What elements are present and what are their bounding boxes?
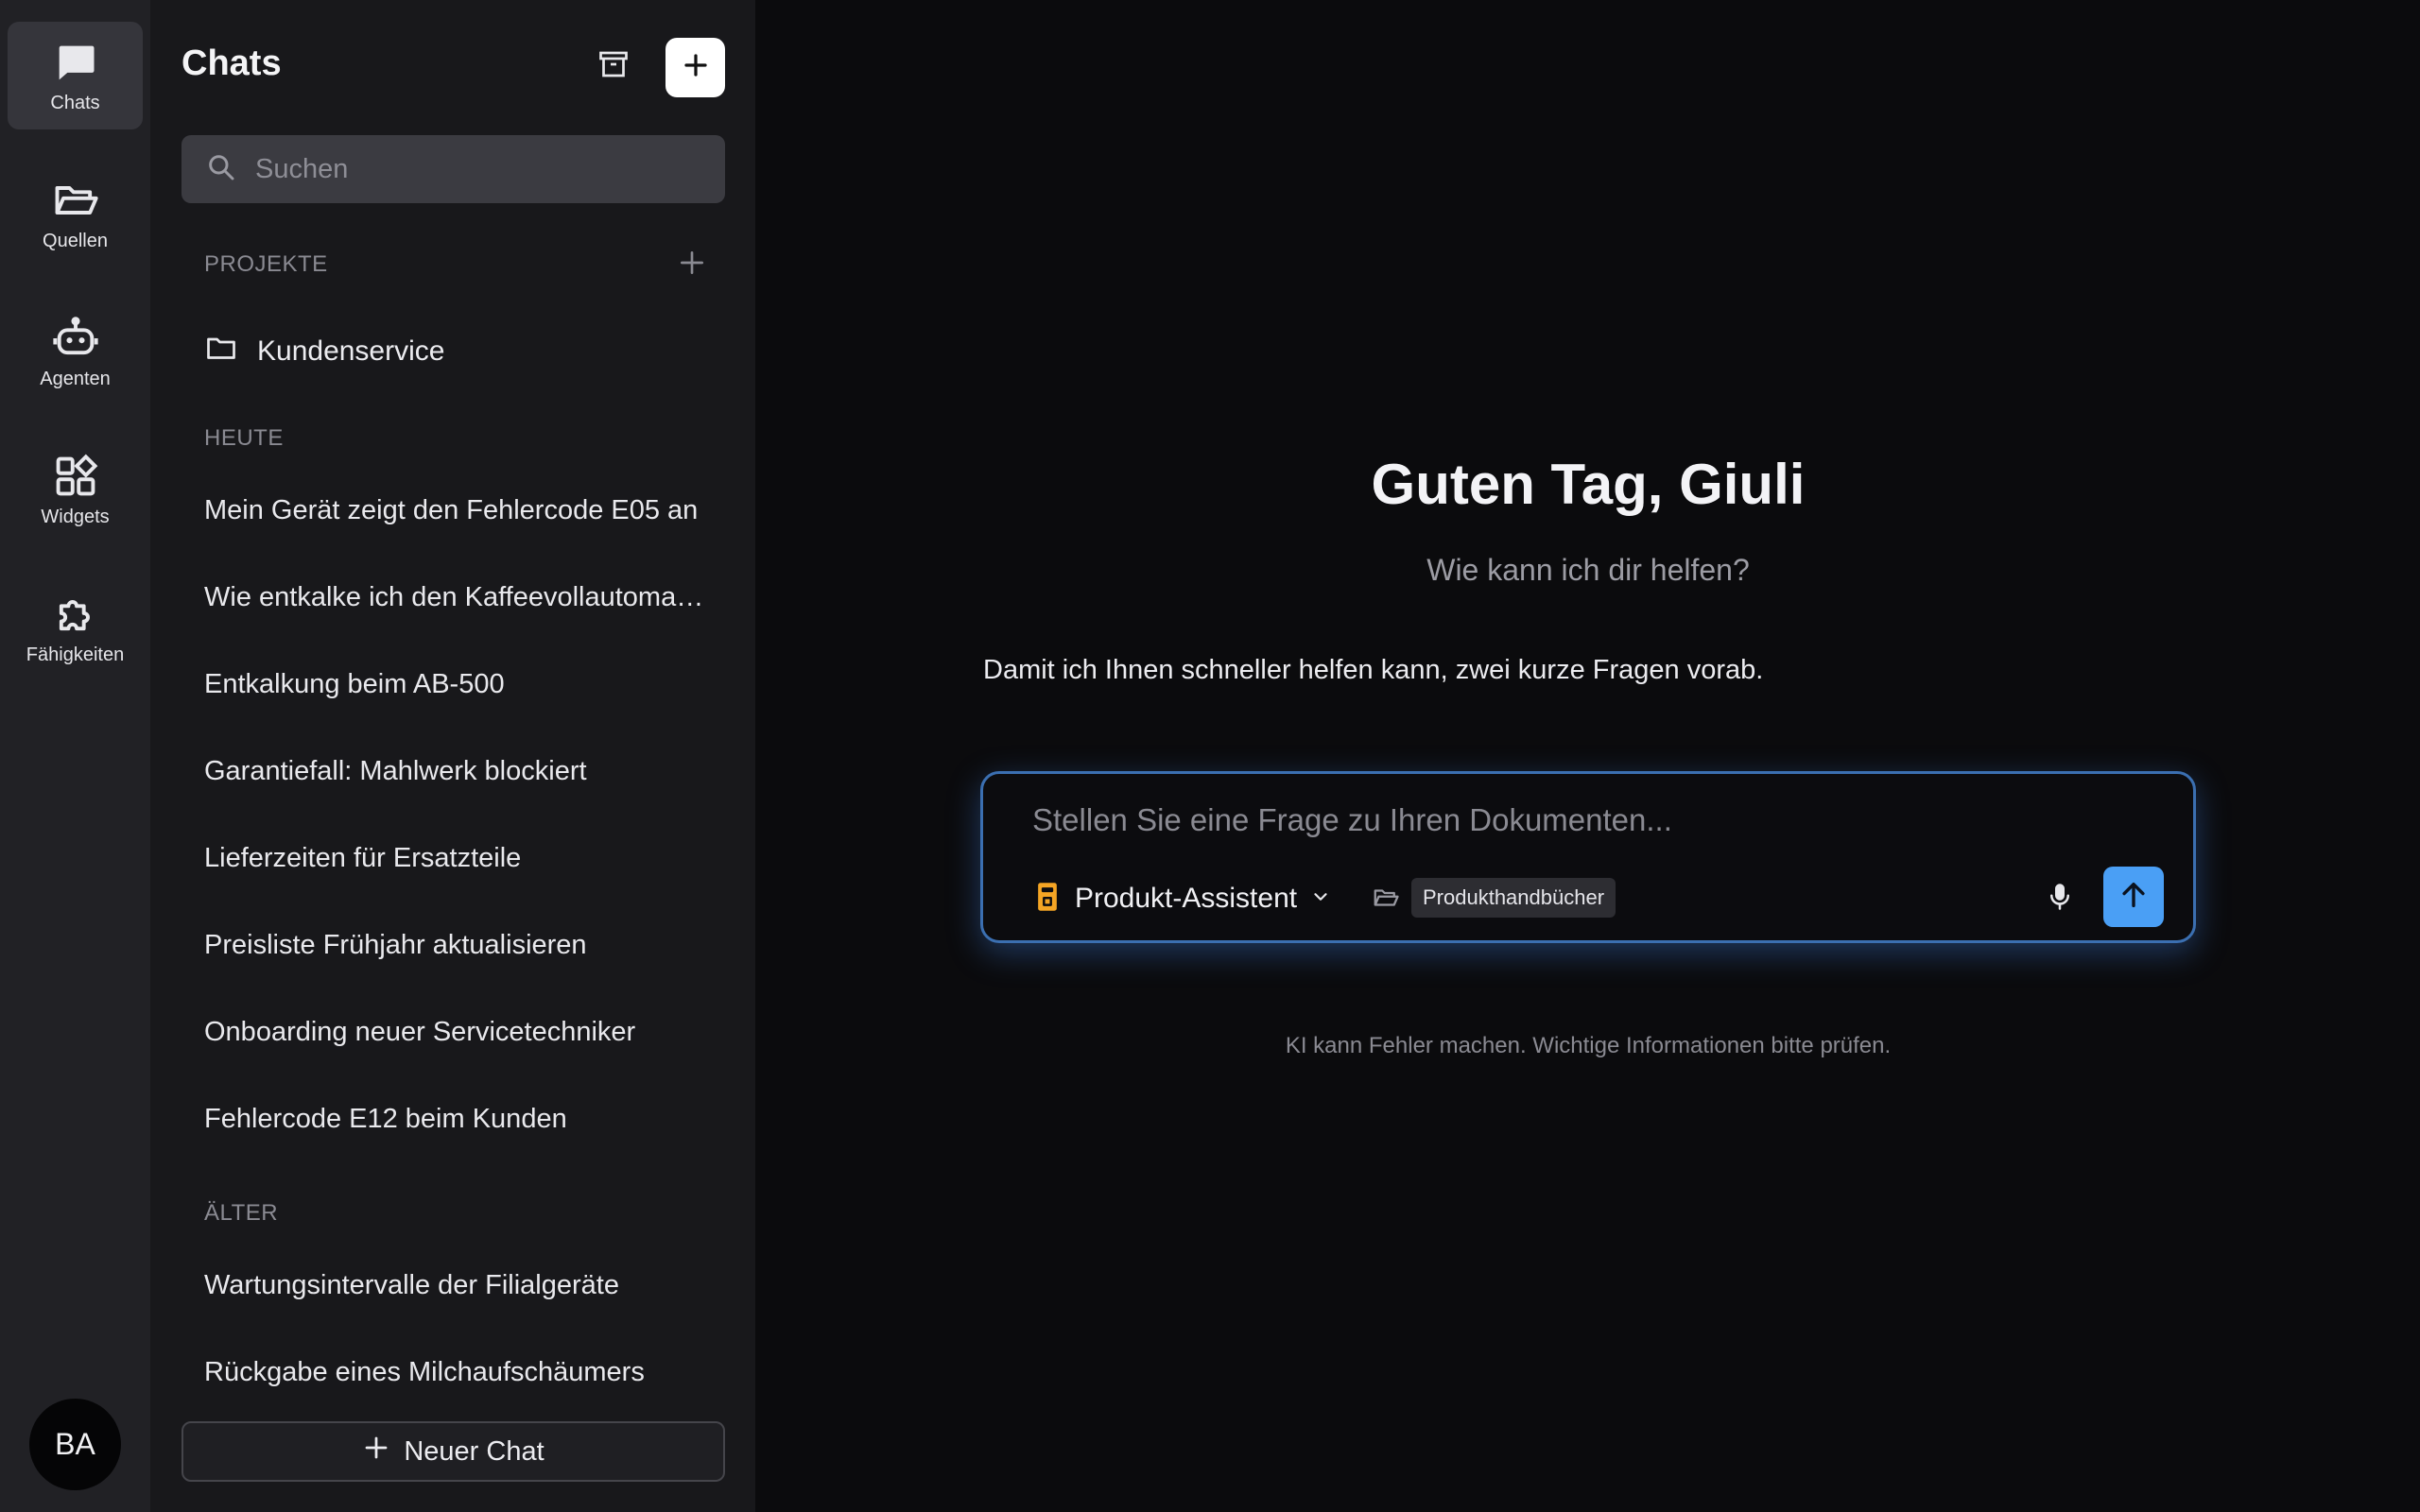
chat-item[interactable]: Preisliste Frühjahr aktualisieren bbox=[204, 926, 705, 964]
chat-item[interactable]: Wartungsintervalle der Filialgeräte bbox=[204, 1266, 705, 1304]
rail-item-label: Quellen bbox=[43, 230, 108, 251]
greeting: Guten Tag, Giuli bbox=[1371, 453, 1806, 516]
folder-open-icon bbox=[1372, 884, 1400, 917]
robot-icon bbox=[51, 314, 100, 363]
chat-item[interactable]: Fehlercode E12 beim Kunden bbox=[204, 1100, 705, 1138]
chat-item[interactable]: Mein Gerät zeigt den Fehlercode E05 an bbox=[204, 491, 705, 529]
puzzle-icon bbox=[51, 590, 100, 639]
intro-message: Damit ich Ihnen schneller helfen kann, z… bbox=[983, 655, 1764, 685]
agent-selector[interactable]: Produkt-Assistent bbox=[1035, 878, 1331, 919]
plus-icon bbox=[362, 1434, 404, 1469]
folder-icon bbox=[204, 331, 257, 372]
plus-icon bbox=[682, 51, 710, 84]
rail-item-faehigkeiten[interactable]: Fähigkeiten bbox=[8, 574, 143, 681]
send-button[interactable] bbox=[2103, 867, 2164, 927]
prompt-input[interactable] bbox=[1032, 802, 2119, 848]
new-chat-icon-button[interactable] bbox=[666, 38, 725, 97]
search-bar bbox=[182, 135, 725, 203]
folder-open-icon bbox=[51, 176, 100, 225]
plus-icon bbox=[677, 248, 707, 283]
chat-bubble-icon bbox=[51, 38, 100, 87]
today-heading: HEUTE bbox=[204, 425, 284, 451]
new-chat-button[interactable]: Neuer Chat bbox=[182, 1421, 725, 1482]
rail-item-agenten[interactable]: Agenten bbox=[8, 298, 143, 405]
icon-rail: Chats Quellen Agenten Widgets Fähigkeite… bbox=[0, 0, 150, 1512]
new-chat-label: Neuer Chat bbox=[404, 1435, 544, 1467]
rail-item-label: Fähigkeiten bbox=[26, 644, 125, 665]
chat-item[interactable]: Garantiefall: Mahlwerk blockiert bbox=[204, 752, 705, 790]
chat-item[interactable]: Entkalkung beim AB-500 bbox=[204, 665, 705, 703]
rail-item-label: Widgets bbox=[41, 506, 110, 527]
disclaimer: KI kann Fehler machen. Wichtige Informat… bbox=[1285, 1033, 1892, 1058]
project-item-kundenservice[interactable]: Kundenservice bbox=[204, 331, 444, 372]
panel-title: Chats bbox=[182, 43, 282, 83]
rail-item-chats[interactable]: Chats bbox=[8, 22, 143, 129]
agent-name: Produkt-Assistent bbox=[1075, 883, 1298, 914]
archive-icon bbox=[596, 47, 631, 86]
search-input[interactable] bbox=[255, 153, 690, 185]
chat-list-panel: Chats PROJEKTE Kundenservice HEUTE Mein … bbox=[150, 0, 755, 1512]
rail-item-widgets[interactable]: Widgets bbox=[8, 436, 143, 543]
microphone-icon bbox=[2046, 881, 2074, 918]
older-heading: ÄLTER bbox=[204, 1200, 279, 1226]
arrow-up-icon bbox=[2118, 879, 2150, 916]
archive-button[interactable] bbox=[591, 43, 636, 89]
project-label: Kundenservice bbox=[257, 335, 445, 367]
chat-item[interactable]: Lieferzeiten für Ersatzteile bbox=[204, 839, 705, 877]
add-project-button[interactable] bbox=[675, 248, 709, 282]
chat-item[interactable]: Onboarding neuer Servicetechniker bbox=[204, 1013, 705, 1051]
chat-item[interactable]: Rückgabe eines Milchaufschäumers bbox=[204, 1353, 705, 1391]
composer: Produkt-Assistent Produkthandbücher bbox=[980, 771, 2196, 943]
avatar[interactable]: BA bbox=[29, 1399, 121, 1490]
search-icon bbox=[206, 152, 236, 187]
widgets-icon bbox=[51, 452, 100, 501]
source-tag[interactable]: Produkthandbücher bbox=[1411, 878, 1616, 918]
source-picker-button[interactable] bbox=[1370, 884, 1402, 916]
rail-item-quellen[interactable]: Quellen bbox=[8, 160, 143, 267]
rail-item-label: Chats bbox=[50, 92, 100, 113]
microphone-button[interactable] bbox=[2040, 879, 2080, 919]
rail-item-label: Agenten bbox=[40, 368, 111, 389]
subgreeting: Wie kann ich dir helfen? bbox=[1426, 553, 1750, 587]
projects-heading: PROJEKTE bbox=[204, 251, 328, 277]
chevron-down-icon bbox=[1310, 886, 1331, 912]
chat-item[interactable]: Wie entkalke ich den Kaffeevollautomaten… bbox=[204, 578, 705, 616]
coffee-machine-icon bbox=[1035, 882, 1060, 917]
